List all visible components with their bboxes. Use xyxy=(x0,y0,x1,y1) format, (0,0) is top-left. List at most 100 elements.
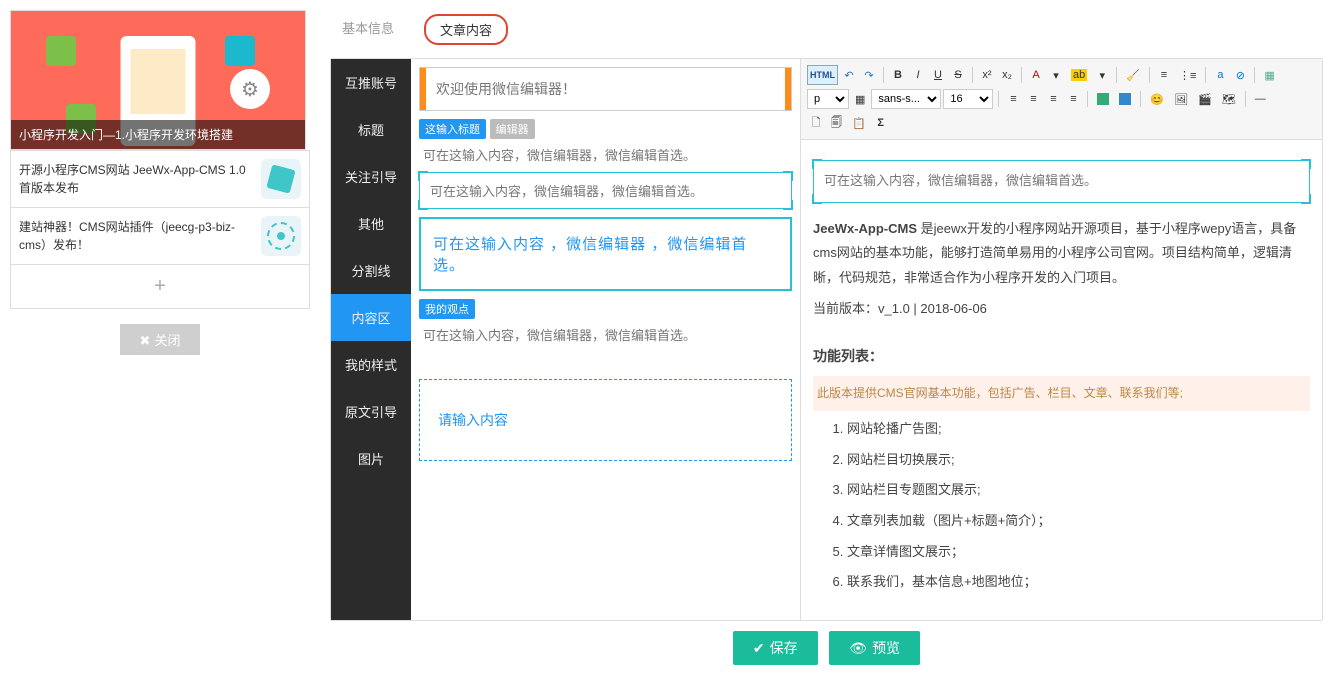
list-item-thumb-icon xyxy=(261,216,301,256)
italic-icon[interactable]: I xyxy=(909,65,927,85)
emoji-icon[interactable]: 😊 xyxy=(1146,89,1168,109)
font-size-select[interactable]: 16 xyxy=(943,89,993,109)
template-text: 可在这输入内容，微信编辑器，微信编辑首选。 xyxy=(419,325,792,344)
sidebar-item-source[interactable]: 原文引导 xyxy=(331,388,411,435)
framed-template-1[interactable]: 可在这输入内容，微信编辑器，微信编辑首选。 xyxy=(419,172,792,209)
framed-template-2[interactable]: 可在这输入内容 ，微信编辑器 ，微信编辑首选。 xyxy=(419,217,792,291)
editor-badge: 编辑器 xyxy=(490,119,535,139)
viewpoint-template[interactable]: 我的观点 可在这输入内容，微信编辑器，微信编辑首选。 xyxy=(419,299,792,344)
article-paragraph: JeeWx-App-CMS 是jeewx开发的小程序网站开源项目，基于小程序we… xyxy=(813,217,1310,291)
align-justify-icon[interactable]: ≡ xyxy=(1064,89,1082,109)
hero-badge-icon xyxy=(46,36,76,66)
sidebar-item-account[interactable]: 互推账号 xyxy=(331,59,411,106)
template-preview-pane: 欢迎使用微信编辑器！ 这输入标题 编辑器 可在这输入内容，微信编辑器，微信编辑首… xyxy=(411,59,801,620)
sidebar-item-content[interactable]: 内容区 xyxy=(331,294,411,341)
backcolor-icon[interactable]: ab xyxy=(1067,65,1091,85)
hr-icon[interactable]: — xyxy=(1251,89,1270,109)
new-icon[interactable]: 🗋 xyxy=(807,113,825,133)
template-text: 可在这输入内容 ，微信编辑器 ，微信编辑首选。 xyxy=(433,233,778,275)
formula-icon[interactable]: Σ xyxy=(872,113,890,133)
tab-basic-info[interactable]: 基本信息 xyxy=(340,14,396,45)
sidebar-item-divider[interactable]: 分割线 xyxy=(331,247,411,294)
list-item: 文章列表加载（图片+标题+简介）； xyxy=(847,509,1310,534)
unordered-list-icon[interactable]: ⋮≡ xyxy=(1175,65,1200,85)
forecolor-icon[interactable]: A xyxy=(1027,65,1045,85)
copy-icon[interactable]: 🗐 xyxy=(827,113,846,133)
viewpoint-badge: 我的观点 xyxy=(419,299,475,319)
template-text: 可在这输入内容，微信编辑器，微信编辑首选。 xyxy=(419,145,792,164)
font-family-select[interactable]: sans-s... xyxy=(871,89,941,109)
align-left-icon[interactable]: ≡ xyxy=(1004,89,1022,109)
list-item[interactable]: 开源小程序CMS网站 JeeWx-App-CMS 1.0 首版本发布 xyxy=(10,150,310,208)
unlink-icon[interactable]: ⊘ xyxy=(1231,65,1249,85)
underline-icon[interactable]: U xyxy=(929,65,947,85)
editor-content[interactable]: 可在这输入内容，微信编辑器，微信编辑首选。 JeeWx-App-CMS 是jee… xyxy=(801,140,1322,620)
hero-gear-icon: ⚙ xyxy=(230,69,270,109)
ordered-list-icon[interactable]: ≡ xyxy=(1155,65,1173,85)
left-panel: ⚙ 小程序开发入门—1.小程序开发环境搭建 开源小程序CMS网站 JeeWx-A… xyxy=(10,10,310,665)
rich-editor-pane: HTML ↶ ↷ B I U S x² x₂ A▾ ab▾ xyxy=(801,59,1322,620)
tabs: 基本信息 文章内容 xyxy=(330,10,1323,50)
paste-icon[interactable]: 📋 xyxy=(848,113,870,133)
link-icon[interactable]: a xyxy=(1211,65,1229,85)
map-icon[interactable]: 🗺 xyxy=(1218,89,1240,109)
preview-button[interactable]: 👁预览 xyxy=(829,631,920,665)
tab-article-content[interactable]: 文章内容 xyxy=(424,14,508,45)
title-badge: 这输入标题 xyxy=(419,119,486,139)
features-list: 网站轮播广告图; 网站栏目切换展示; 网站栏目专题图文展示; 文章列表加载（图片… xyxy=(813,417,1310,595)
table-icon[interactable]: ▦ xyxy=(1260,65,1278,85)
dropdown-icon[interactable]: ▾ xyxy=(1047,65,1065,85)
list-item: 文章详情图文展示； xyxy=(847,540,1310,565)
list-item: 联系我们，基本信息+地图地位； xyxy=(847,570,1310,595)
editor-toolbar: HTML ↶ ↷ B I U S x² x₂ A▾ ab▾ xyxy=(801,59,1322,140)
welcome-template[interactable]: 欢迎使用微信编辑器！ xyxy=(419,67,792,111)
html-source-button[interactable]: HTML xyxy=(807,65,838,85)
close-label: 关闭 xyxy=(154,333,180,348)
undo-icon[interactable]: ↶ xyxy=(840,65,858,85)
sidebar-item-other[interactable]: 其他 xyxy=(331,200,411,247)
template-text: 可在这输入内容，微信编辑器，微信编辑首选。 xyxy=(430,181,781,200)
check-icon: ✔ xyxy=(753,640,765,657)
sidebar-item-image[interactable]: 图片 xyxy=(331,435,411,482)
add-item-button[interactable]: + xyxy=(10,265,310,309)
save-label: 保存 xyxy=(770,638,798,658)
preview-label: 预览 xyxy=(872,638,900,658)
superscript-icon[interactable]: x² xyxy=(978,65,996,85)
list-item-title: 开源小程序CMS网站 JeeWx-App-CMS 1.0 首版本发布 xyxy=(19,161,253,197)
footer-buttons: ✔ 保存 👁预览 xyxy=(330,631,1323,665)
save-button[interactable]: ✔ 保存 xyxy=(733,631,818,665)
title-template[interactable]: 这输入标题 编辑器 可在这输入内容，微信编辑器，微信编辑首选。 xyxy=(419,119,792,164)
version-line: 当前版本：v_1.0 | 2018-06-06 xyxy=(813,297,1310,322)
close-icon: ✖ xyxy=(140,333,151,348)
subscript-icon[interactable]: x₂ xyxy=(998,65,1016,85)
bold-icon[interactable]: B xyxy=(889,65,907,85)
align-right-icon[interactable]: ≡ xyxy=(1044,89,1062,109)
list-item: 网站栏目切换展示; xyxy=(847,448,1310,473)
close-button[interactable]: ✖关闭 xyxy=(120,324,201,355)
content-placeholder[interactable]: 请输入内容 xyxy=(419,379,792,461)
align-center-icon[interactable]: ≡ xyxy=(1024,89,1042,109)
hero-image[interactable]: ⚙ 小程序开发入门—1.小程序开发环境搭建 xyxy=(10,10,306,150)
features-heading: 功能列表： xyxy=(813,343,1310,370)
sidebar-item-title[interactable]: 标题 xyxy=(331,106,411,153)
list-item-title: 建站神器！CMS网站插件（jeecg-p3-biz-cms）发布！ xyxy=(19,218,253,254)
dropdown-icon[interactable]: ▾ xyxy=(1093,65,1111,85)
framed-content[interactable]: 可在这输入内容，微信编辑器，微信编辑首选。 xyxy=(813,160,1310,203)
redo-icon[interactable]: ↷ xyxy=(860,65,878,85)
bgcolor2-icon[interactable] xyxy=(1115,89,1135,109)
dropdown-icon[interactable]: ▦ xyxy=(851,89,869,109)
image-icon[interactable]: 🖼 xyxy=(1170,89,1192,109)
video-icon[interactable]: 🎬 xyxy=(1194,89,1216,109)
list-item[interactable]: 建站神器！CMS网站插件（jeecg-p3-biz-cms）发布！ xyxy=(10,208,310,265)
sidebar-item-mystyle[interactable]: 我的样式 xyxy=(331,341,411,388)
list-item-thumb-icon xyxy=(261,159,301,199)
list-item: 网站栏目专题图文展示; xyxy=(847,478,1310,503)
paragraph-select[interactable]: p xyxy=(807,89,849,109)
strike-icon[interactable]: S xyxy=(949,65,967,85)
hero-caption: 小程序开发入门—1.小程序开发环境搭建 xyxy=(11,120,305,149)
hero-cloud-icon xyxy=(225,36,255,66)
removeformat-icon[interactable]: 🧹 xyxy=(1122,65,1144,85)
bgcolor-icon[interactable] xyxy=(1093,89,1113,109)
component-sidebar: 互推账号 标题 关注引导 其他 分割线 内容区 我的样式 原文引导 图片 xyxy=(331,59,411,620)
sidebar-item-follow[interactable]: 关注引导 xyxy=(331,153,411,200)
